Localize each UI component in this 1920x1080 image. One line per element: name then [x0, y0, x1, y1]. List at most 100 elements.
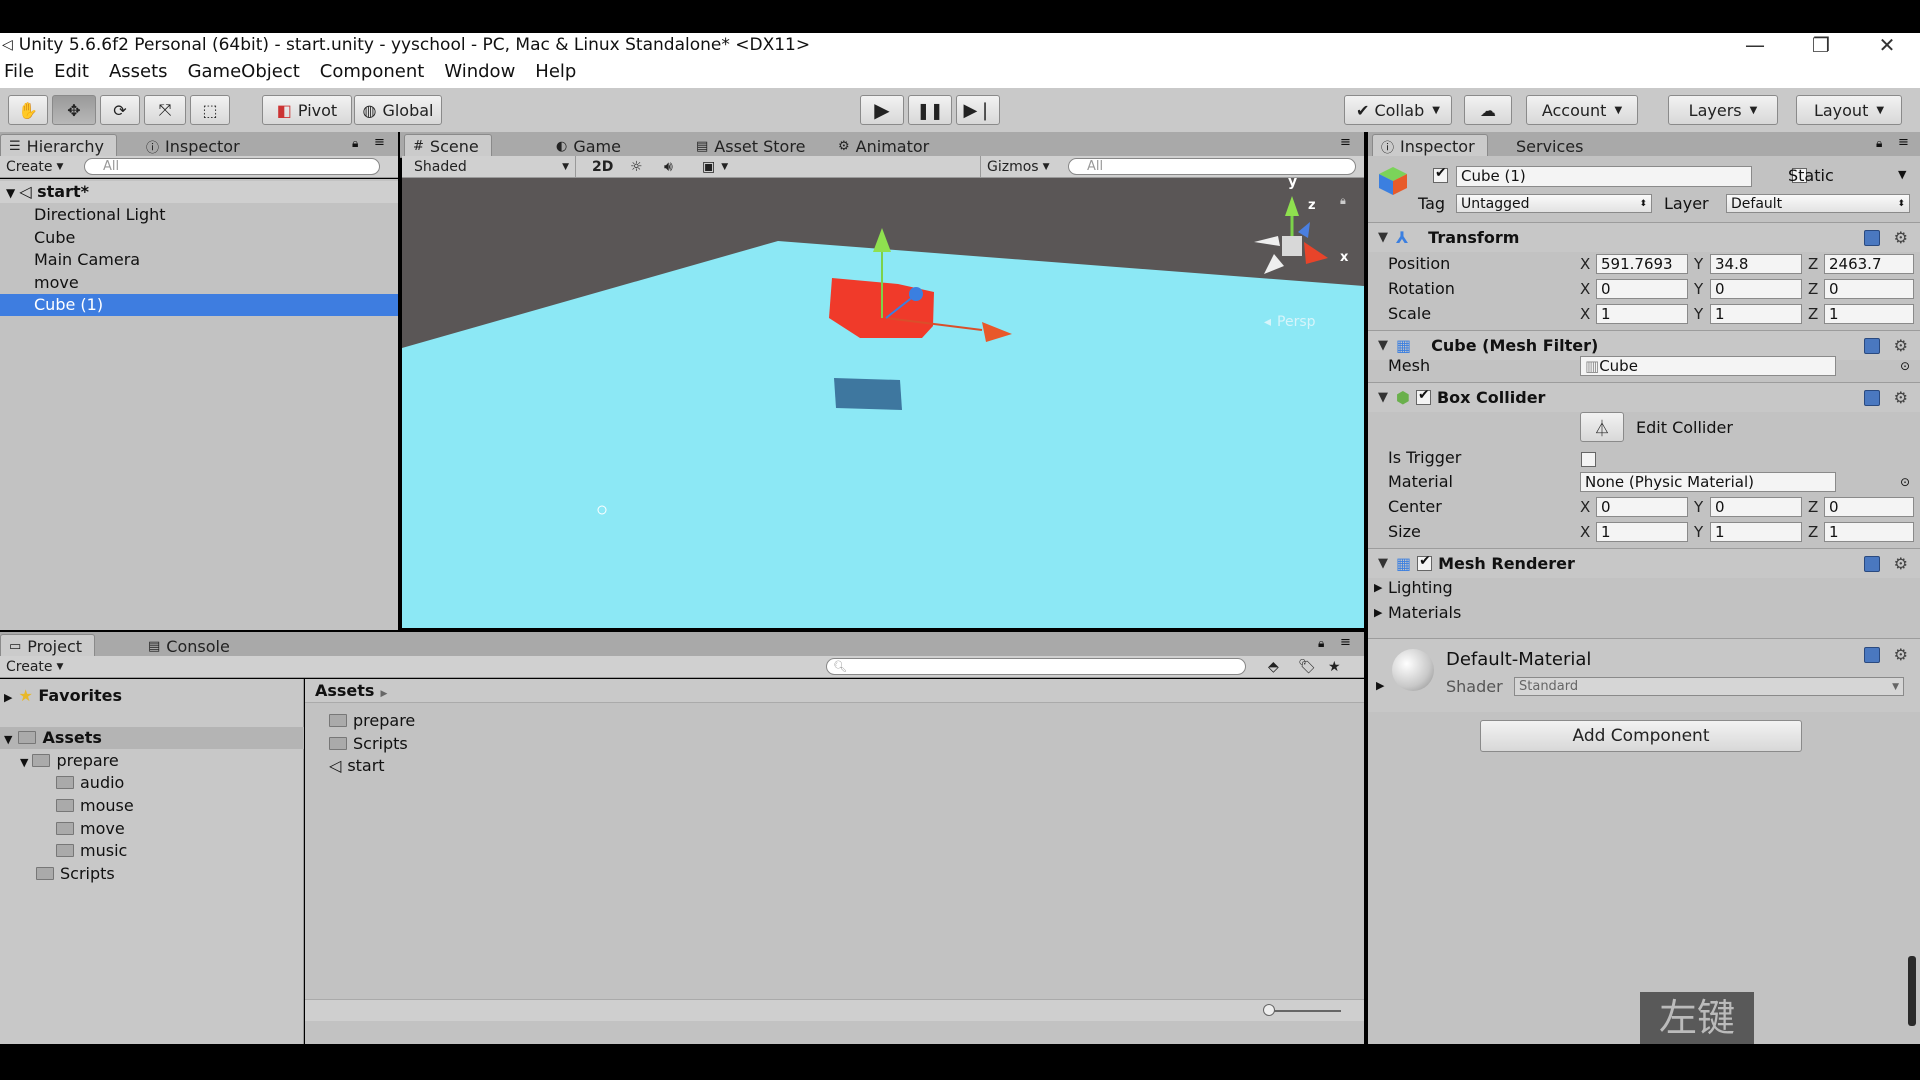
tree-item[interactable]: ▼ prepare — [20, 750, 119, 772]
audio-toggle[interactable]: 🔊︎ — [658, 156, 679, 178]
tab-scene[interactable]: # Scene — [404, 134, 492, 158]
move-tool-button[interactable]: ✥ — [52, 95, 96, 125]
hierarchy-item[interactable]: Main Camera — [0, 249, 398, 271]
menu-icon[interactable]: ≡ — [1340, 635, 1351, 650]
project-search-input[interactable]: 🔍︎ — [826, 658, 1246, 675]
tree-item[interactable]: music — [56, 840, 127, 862]
cloud-button[interactable]: ☁ — [1464, 95, 1512, 125]
size-x-field[interactable]: 1 — [1596, 522, 1688, 542]
rotation-x-field[interactable]: 0 — [1596, 279, 1688, 299]
layer-dropdown[interactable]: Default ⬍ — [1726, 194, 1910, 213]
expand-triangle-icon[interactable]: ▶ — [1376, 679, 1384, 692]
edit-collider-button[interactable]: ⏃ — [1580, 412, 1624, 442]
tab-hierarchy[interactable]: ☰ Hierarchy — [0, 134, 117, 158]
inspector-scrollbar[interactable] — [1908, 956, 1916, 1026]
assets-root[interactable]: ▼ Assets — [0, 727, 304, 749]
menu-icon[interactable]: ≡ — [1340, 135, 1351, 150]
tab-project[interactable]: ▭ Project — [0, 634, 96, 658]
hierarchy-item-selected[interactable]: Cube (1) — [0, 294, 398, 316]
meshrenderer-header[interactable]: ▼▦Mesh Renderer⚙ — [1368, 548, 1920, 578]
shader-dropdown[interactable]: Standard ▼ — [1514, 677, 1904, 696]
play-button[interactable]: ▶ — [860, 95, 904, 125]
tab-asset-store[interactable]: ▤ Asset Store — [688, 134, 817, 158]
gear-icon[interactable]: ⚙ — [1894, 388, 1908, 407]
scale-tool-button[interactable]: ⤧ — [144, 95, 186, 125]
menu-gameobject[interactable]: GameObject — [178, 56, 310, 88]
hand-tool-button[interactable]: ✋ — [8, 95, 48, 125]
tab-game[interactable]: ◐ Game — [548, 134, 633, 158]
transform-header[interactable]: ▼ ⅄ Transform ⚙ — [1368, 222, 1920, 252]
file-item[interactable]: ◁ start — [329, 755, 385, 777]
project-create-button[interactable]: Create ▼ — [0, 656, 69, 678]
tree-item[interactable]: audio — [56, 772, 124, 794]
filter-label-button[interactable]: 🏷︎ — [1292, 656, 1322, 678]
persp-label[interactable]: ◂ Persp — [1264, 314, 1316, 330]
tab-inspector[interactable]: ⓘ Inspector — [1372, 134, 1488, 158]
center-y-field[interactable]: 0 — [1710, 497, 1802, 517]
object-name-field[interactable]: Cube (1) — [1456, 166, 1752, 187]
gear-icon[interactable]: ⚙ — [1894, 554, 1908, 573]
lighting-toggle[interactable]: ☼ — [624, 156, 649, 178]
center-z-field[interactable]: 0 — [1824, 497, 1914, 517]
scene-root[interactable]: ▼ ◁ start* — [0, 181, 398, 203]
static-dropdown[interactable]: ▼ — [1898, 168, 1906, 181]
pause-button[interactable]: ❚❚ — [908, 95, 952, 125]
2d-toggle[interactable]: 2D — [586, 156, 619, 178]
renderer-enabled-checkbox[interactable] — [1417, 553, 1433, 571]
menu-window[interactable]: Window — [434, 56, 525, 88]
layout-dropdown[interactable]: Layout ▼ — [1796, 95, 1902, 125]
lighting-foldout[interactable]: ▶ Lighting — [1368, 576, 1920, 600]
hierarchy-search-input[interactable]: All — [84, 158, 380, 175]
rect-tool-button[interactable]: ⬚ — [190, 95, 230, 125]
breadcrumb[interactable]: Assets ▶ — [305, 679, 1364, 703]
is-trigger-checkbox[interactable] — [1581, 452, 1596, 467]
menu-file[interactable]: File — [0, 56, 44, 88]
z-axis-arrow[interactable] — [909, 287, 923, 301]
hierarchy-item[interactable]: Directional Light — [0, 204, 398, 226]
menu-icon[interactable]: ≡ — [374, 135, 385, 150]
hierarchy-create-button[interactable]: Create ▼ — [0, 156, 69, 178]
rotate-tool-button[interactable]: ⟳ — [100, 95, 140, 125]
layers-dropdown[interactable]: Layers ▼ — [1668, 95, 1778, 125]
lock-icon[interactable]: 🔒︎ — [1318, 636, 1324, 651]
account-dropdown[interactable]: Account ▼ — [1526, 95, 1638, 125]
object-picker-icon[interactable]: ⊙ — [1900, 470, 1910, 494]
menu-icon[interactable]: ≡ — [1898, 135, 1909, 150]
hierarchy-item[interactable]: Cube — [0, 227, 398, 249]
mesh-field[interactable]: ▥Cube — [1580, 356, 1836, 376]
tab-services[interactable]: Services — [1508, 134, 1595, 158]
object-picker-icon[interactable]: ⊙ — [1900, 354, 1910, 378]
tree-item[interactable]: Scripts — [36, 863, 115, 885]
scene-search-input[interactable]: All — [1068, 158, 1356, 175]
rotation-z-field[interactable]: 0 — [1824, 279, 1914, 299]
rotation-y-field[interactable]: 0 — [1710, 279, 1802, 299]
gear-icon[interactable]: ⚙ — [1894, 228, 1908, 247]
position-x-field[interactable]: 591.7693 — [1596, 254, 1688, 274]
scene-viewport[interactable]: y z x 🔒︎ ◂ Persp — [402, 178, 1364, 628]
menu-assets[interactable]: Assets — [99, 56, 178, 88]
lock-icon[interactable]: 🔒︎ — [352, 136, 358, 151]
help-icon[interactable] — [1864, 555, 1880, 572]
position-z-field[interactable]: 2463.7 — [1824, 254, 1914, 274]
physic-material-field[interactable]: None (Physic Material) — [1580, 472, 1836, 492]
collab-dropdown[interactable]: ✔ Collab ▼ — [1344, 95, 1452, 125]
step-button[interactable]: ▶❘ — [956, 95, 1000, 125]
filter-type-button[interactable]: ⬘ — [1262, 656, 1285, 678]
position-y-field[interactable]: 34.8 — [1710, 254, 1802, 274]
menu-help[interactable]: Help — [525, 56, 586, 88]
menu-component[interactable]: Component — [310, 56, 435, 88]
menu-edit[interactable]: Edit — [44, 56, 99, 88]
help-icon[interactable] — [1864, 647, 1880, 663]
favorite-button[interactable]: ★ — [1322, 656, 1347, 678]
scale-y-field[interactable]: 1 — [1710, 304, 1802, 324]
center-x-field[interactable]: 0 — [1596, 497, 1688, 517]
shading-dropdown[interactable]: Shaded ▼ — [408, 155, 576, 178]
tab-animator[interactable]: ⚙ Animator — [830, 134, 941, 158]
materials-foldout[interactable]: ▶ Materials — [1368, 601, 1920, 625]
gizmos-dropdown[interactable]: Gizmos ▼ — [980, 155, 1056, 178]
lock-icon[interactable]: 🔒︎ — [1876, 136, 1882, 151]
collider-enabled-checkbox[interactable] — [1415, 387, 1431, 405]
tag-dropdown[interactable]: Untagged ⬍ — [1456, 194, 1652, 213]
tree-item[interactable]: move — [56, 818, 125, 840]
help-icon[interactable] — [1864, 229, 1880, 246]
